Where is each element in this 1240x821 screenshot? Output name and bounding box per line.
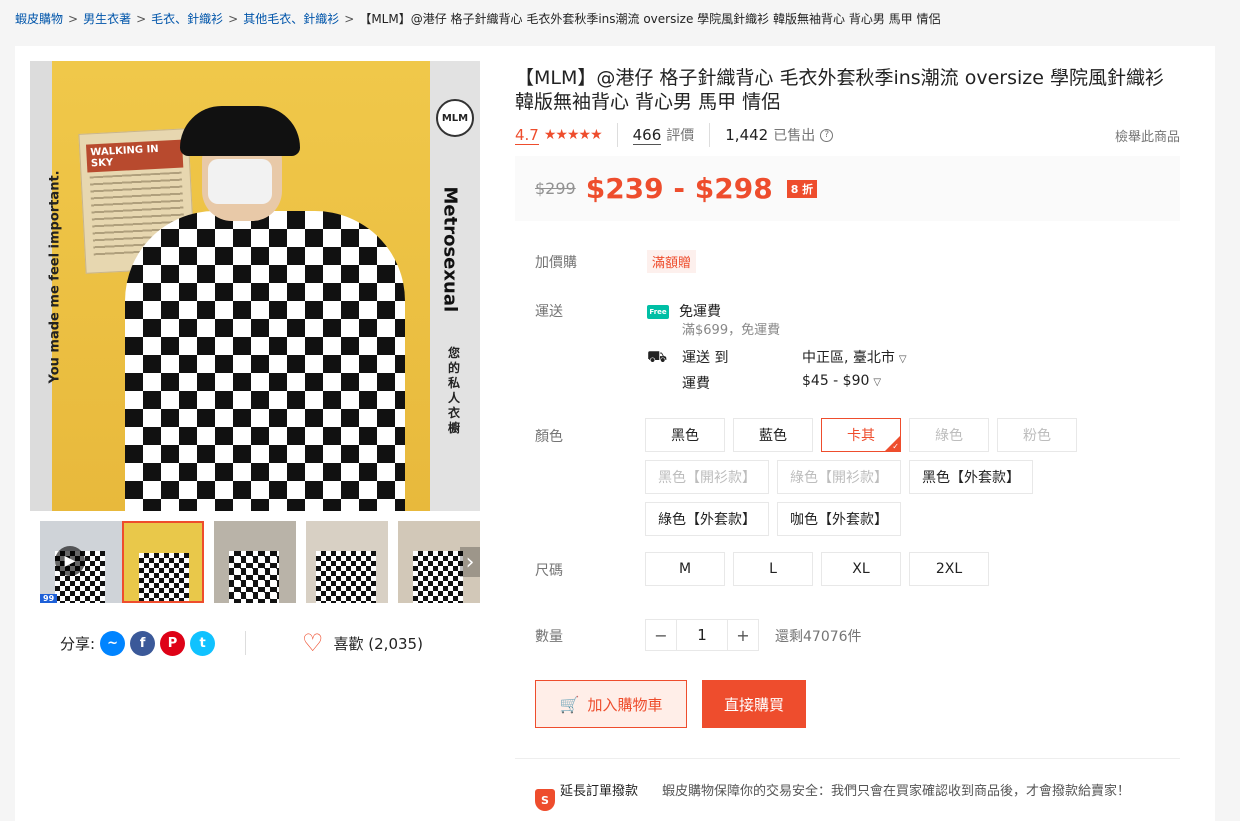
main-product-image[interactable]: WALKING IN SKY You made me feel importan…	[30, 61, 480, 511]
thumbnail-video[interactable]: ▶ 99	[40, 521, 122, 603]
breadcrumb-link-sweaters[interactable]: 毛衣、針織衫	[151, 12, 223, 26]
breadcrumb-separator: >	[344, 12, 355, 26]
chevron-right-icon[interactable]: ›	[460, 547, 480, 577]
check-icon: ✓	[892, 442, 899, 451]
breadcrumb-separator: >	[68, 12, 79, 26]
image-right-cn-text: 您的私人衣櫥	[448, 346, 461, 435]
breadcrumb-link-mens-clothing[interactable]: 男生衣著	[83, 12, 131, 26]
share-label: 分享:	[60, 634, 96, 653]
breadcrumb-current: 【MLM】@港仔 格子針織背心 毛衣外套秋季ins潮流 oversize 學院風…	[359, 12, 941, 26]
image-right-slogan: Metrosexual	[439, 186, 461, 313]
promo-badge: 99	[40, 594, 58, 603]
share-divider	[245, 631, 246, 655]
thumbnail[interactable]	[306, 521, 388, 603]
breadcrumb: 蝦皮購物 > 男生衣著 > 毛衣、針織衫 > 其他毛衣、針織衫 > 【MLM】@港仔 格子針織背…	[15, 10, 940, 27]
like-label: 喜歡 (2,035)	[333, 634, 423, 653]
thumbnail-pattern	[229, 551, 279, 603]
guarantee-text: 蝦皮購物保障你的交易安全：我們只會在買家確認收到商品後，才會撥款給賣家！	[662, 784, 1131, 799]
poster-title: WALKING IN SKY	[85, 139, 184, 173]
thumbnail-pattern	[139, 553, 189, 601]
breadcrumb-link-shopee[interactable]: 蝦皮購物	[15, 12, 63, 26]
guarantee-title: 延長訂單撥款	[560, 784, 639, 799]
face-mask	[208, 159, 272, 204]
facebook-icon[interactable]: f	[130, 630, 156, 656]
breadcrumb-link-other-sweaters[interactable]: 其他毛衣、針織衫	[243, 12, 339, 26]
breadcrumb-separator: >	[228, 12, 239, 26]
breadcrumb-separator: >	[136, 12, 147, 26]
image-left-slogan: You made me feel important.	[47, 170, 63, 384]
thumbnail-strip: ▶ 99 ›	[40, 521, 480, 603]
buy-now-button[interactable]: 直接購買	[702, 680, 806, 728]
add-to-cart-label: 加入購物車	[587, 695, 663, 714]
shield-icon: S	[535, 789, 555, 811]
action-area: 🛒 加入購物車 直接購買 S 延長訂單撥款 蝦皮購物保障你的交易安全：我們只會在…	[515, 46, 1180, 821]
heart-icon: ♡	[302, 629, 324, 657]
checkered-vest	[125, 211, 405, 511]
thumbnail-pattern	[316, 551, 376, 603]
product-card: WALKING IN SKY You made me feel importan…	[15, 46, 1215, 821]
thumbnail-pattern	[413, 551, 463, 603]
messenger-icon[interactable]: ~	[100, 630, 126, 656]
section-divider	[515, 758, 1180, 759]
play-icon: ▶	[55, 546, 85, 576]
thumbnail[interactable]: ›	[398, 521, 480, 603]
pinterest-icon[interactable]: P	[160, 630, 186, 656]
twitter-icon[interactable]: t	[190, 630, 216, 656]
thumbnail[interactable]	[214, 521, 296, 603]
thumbnail-active[interactable]	[122, 521, 204, 603]
add-to-cart-button[interactable]: 🛒 加入購物車	[535, 680, 687, 728]
like-button[interactable]: ♡ 喜歡 (2,035)	[302, 631, 423, 655]
mlm-logo: MLM	[436, 99, 474, 137]
share-row: 分享: ~ f P t	[60, 630, 216, 656]
cart-icon: 🛒	[559, 694, 580, 714]
bucket-hat	[180, 106, 300, 156]
